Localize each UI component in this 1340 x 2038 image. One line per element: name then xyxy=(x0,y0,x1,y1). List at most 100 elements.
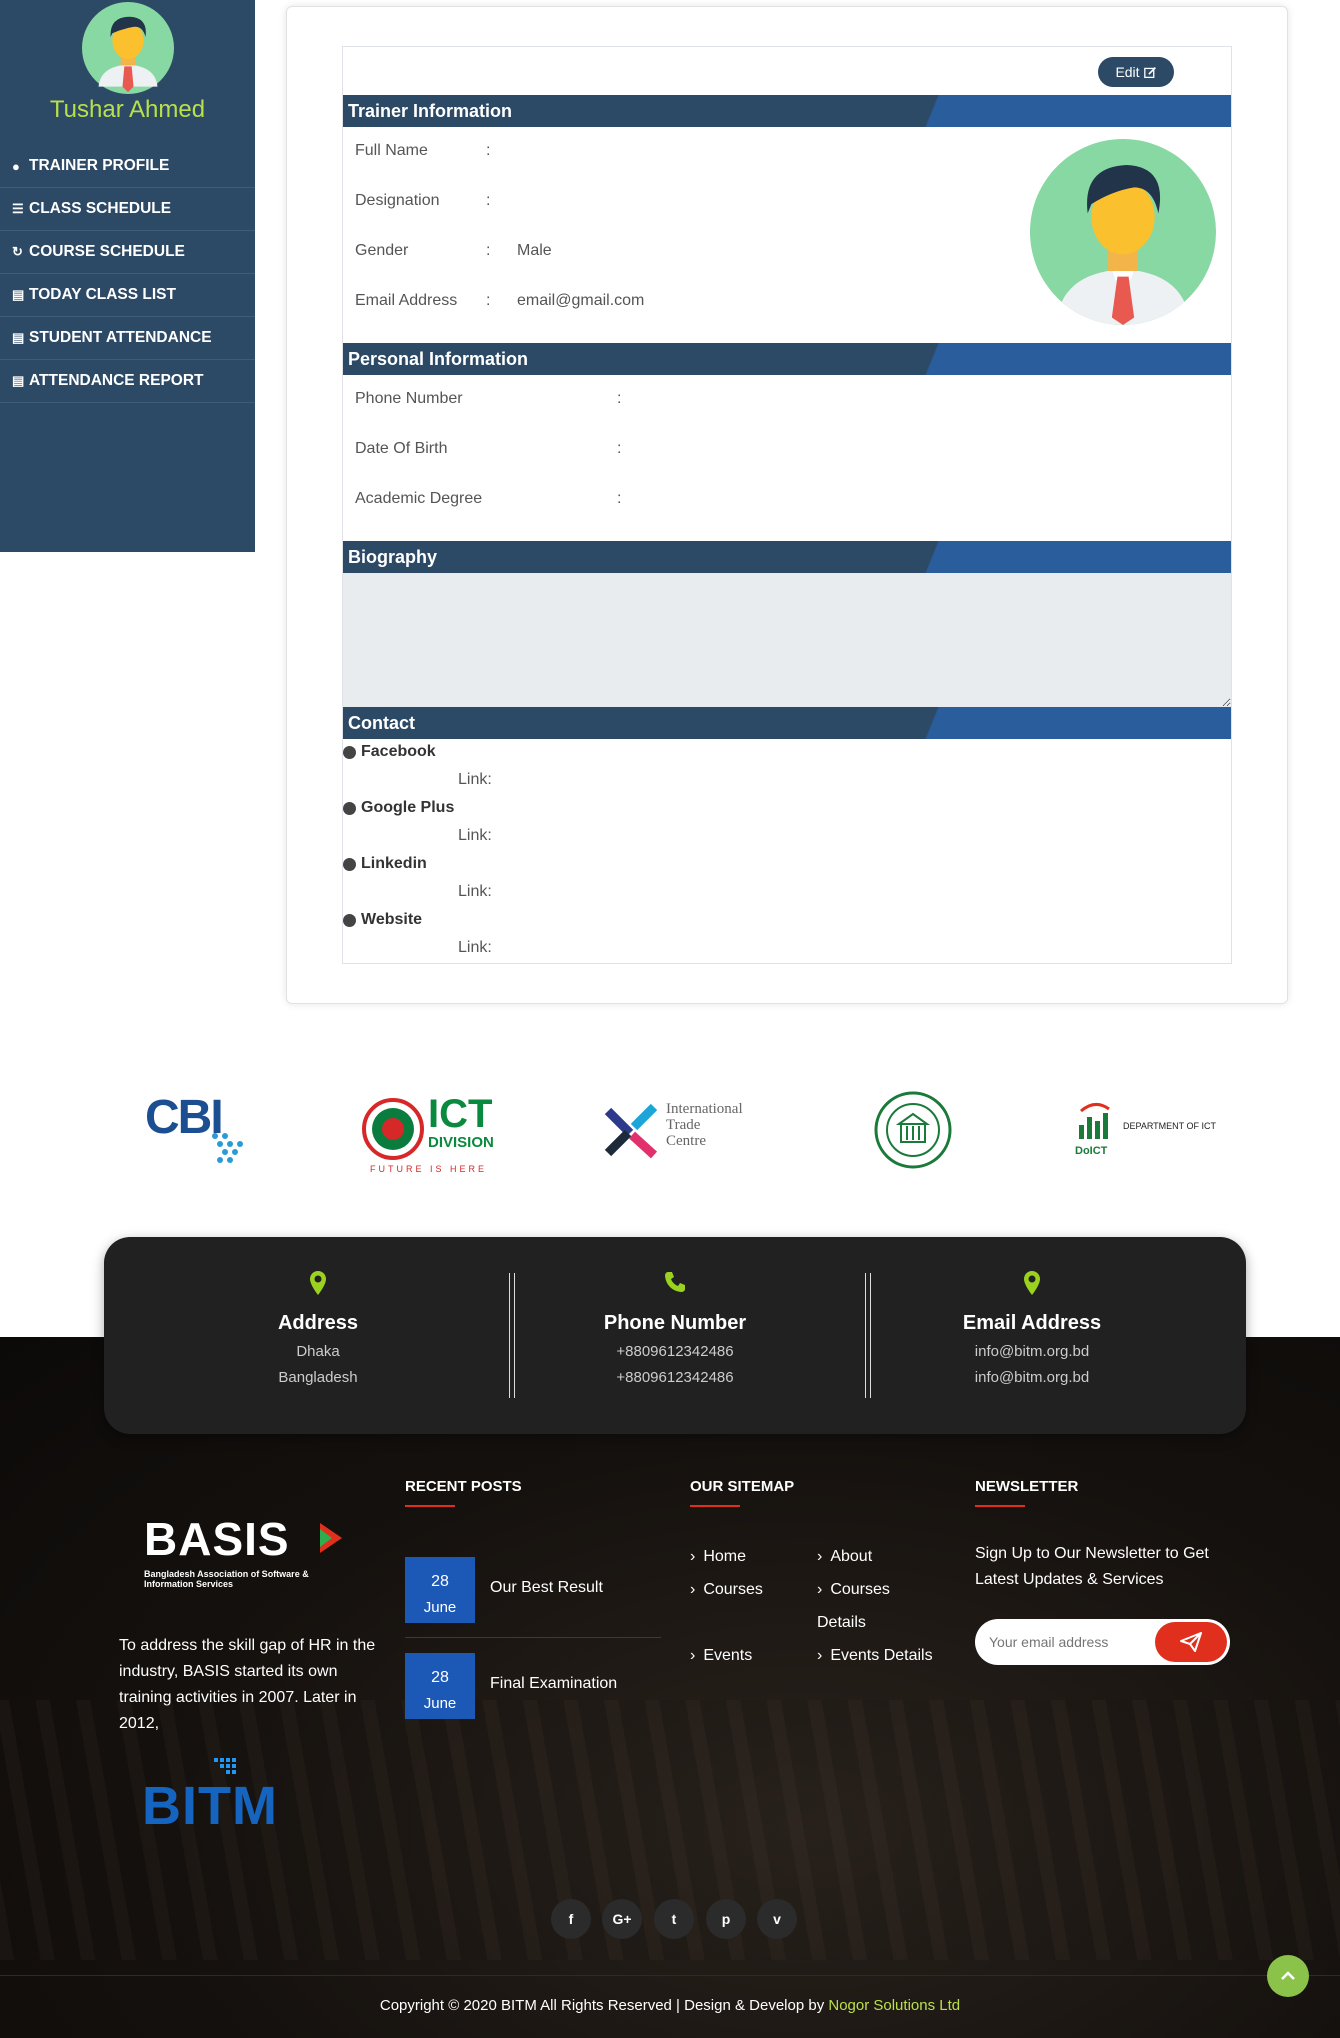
chevron-right-icon: › xyxy=(690,1581,696,1598)
footer-divider xyxy=(0,1975,1340,1976)
field-colon: : xyxy=(486,142,491,159)
scroll-to-top-button[interactable] xyxy=(1267,1955,1309,1997)
sitemap-link-home[interactable]: › Home xyxy=(690,1548,746,1566)
field-label-academic-degree: Academic Degree xyxy=(355,490,483,507)
bank-seal-icon xyxy=(874,1091,952,1169)
copyright-text: Copyright © 2020 BITM All Rights Reserve… xyxy=(379,1997,829,2014)
edit-icon xyxy=(1143,66,1156,78)
biography-textarea[interactable] xyxy=(343,573,1231,707)
contact-header: Contact xyxy=(343,707,1231,739)
biography-header: Biography xyxy=(343,541,1231,573)
sitemap-label: Courses xyxy=(830,1581,890,1598)
id-card-icon: ▤ xyxy=(12,330,25,345)
pinterest-icon[interactable]: p xyxy=(706,1899,746,1939)
post-month: June xyxy=(423,1695,457,1712)
contact-link-label: Link: xyxy=(458,827,492,844)
personal-info-header: Personal Information xyxy=(343,343,1231,375)
post-item[interactable]: 28 June Our Best Result xyxy=(405,1557,661,1623)
doict-abbr: DoICT xyxy=(1075,1145,1108,1157)
twitter-icon[interactable]: t xyxy=(654,1899,694,1939)
email-line: info@bitm.org.bd xyxy=(974,1343,1090,1360)
sidebar-item-trainer-profile[interactable]: ● TRAINER PROFILE xyxy=(0,145,255,188)
itc-logo: International Trade Centre xyxy=(600,1085,750,1175)
newsletter-form xyxy=(975,1619,1230,1665)
bullet-icon xyxy=(343,857,356,871)
sitemap-label: Details xyxy=(817,1614,866,1631)
sidebar-item-class-schedule[interactable]: ☰ CLASS SCHEDULE xyxy=(0,188,255,231)
history-icon: ↻ xyxy=(12,244,23,259)
bd-seal-icon xyxy=(362,1098,424,1160)
sidebar-item-today-class-list[interactable]: ▤ TODAY CLASS LIST xyxy=(0,274,255,317)
doict-mark-icon xyxy=(1079,1103,1110,1139)
bullet-icon xyxy=(343,801,356,815)
phone-block: Phone Number +8809612342486 +88096123424… xyxy=(515,1270,835,1387)
bitm-logo: BITM xyxy=(142,1758,327,1840)
post-title: Final Examination xyxy=(490,1675,618,1692)
sitemap-label: Home xyxy=(703,1548,747,1565)
id-card-icon: ▤ xyxy=(12,287,25,302)
sidebar-item-attendance-report[interactable]: ▤ ATTENDANCE REPORT xyxy=(0,360,255,403)
basis-logo: BASIS Bangladesh Association of Software… xyxy=(144,1515,354,1595)
itc-mark-icon xyxy=(604,1103,658,1159)
contact-name: Website xyxy=(361,911,423,928)
contact-website: Website xyxy=(343,911,422,929)
doict-name: DEPARTMENT OF ICT xyxy=(1123,1121,1217,1131)
sidebar-item-label: ATTENDANCE REPORT xyxy=(29,372,204,389)
post-title: Our Best Result xyxy=(490,1579,603,1596)
sitemap-link-events-details[interactable]: › Events Details xyxy=(817,1647,933,1665)
itc-line: International xyxy=(666,1101,743,1117)
sidebar-item-student-attendance[interactable]: ▤ STUDENT ATTENDANCE xyxy=(0,317,255,360)
field-colon: : xyxy=(617,490,622,507)
chevron-right-icon: › xyxy=(817,1647,823,1664)
field-label-phone: Phone Number xyxy=(355,390,463,407)
basis-arrow-icon xyxy=(320,1523,342,1553)
sidebar-item-course-schedule[interactable]: ↻ COURSE SCHEDULE xyxy=(0,231,255,274)
phone-line: +8809612342486 xyxy=(616,1343,734,1360)
field-label-gender: Gender xyxy=(355,242,409,259)
sitemap-link-details-line[interactable]: Details xyxy=(817,1614,866,1632)
contact-linkedin: Linkedin xyxy=(343,855,427,873)
chevron-right-icon: › xyxy=(817,1581,823,1598)
sitemap-link-events[interactable]: › Events xyxy=(690,1647,752,1665)
sidebar-item-label: CLASS SCHEDULE xyxy=(29,200,172,217)
ict-logo-text: ICT xyxy=(428,1092,493,1136)
contact-link-label: Link: xyxy=(458,771,492,788)
address-line: Bangladesh xyxy=(278,1369,358,1386)
phone-title: Phone Number xyxy=(603,1312,747,1334)
cbi-logo: CBI xyxy=(140,1085,260,1175)
google-plus-icon[interactable]: G+ xyxy=(602,1899,642,1939)
post-item[interactable]: 28 June Final Examination xyxy=(405,1653,661,1719)
contact-google-plus: Google Plus xyxy=(343,799,454,817)
sitemap-link-courses-details[interactable]: › Courses xyxy=(817,1581,890,1599)
facebook-icon[interactable]: f xyxy=(551,1899,591,1939)
sitemap-title: OUR SITEMAP xyxy=(690,1478,795,1507)
bullet-icon xyxy=(343,913,356,927)
sitemap-label: Events xyxy=(703,1647,753,1664)
post-divider xyxy=(405,1637,661,1638)
post-date: 28 June xyxy=(405,1557,475,1623)
edit-button[interactable]: Edit xyxy=(1098,57,1174,87)
newsletter-email-input[interactable] xyxy=(989,1619,1149,1665)
sidebar: Tushar Ahmed ● TRAINER PROFILE ☰ CLASS SCH… xyxy=(0,0,255,552)
field-value-email: email@gmail.com xyxy=(517,292,645,309)
post-day: 28 xyxy=(431,1573,449,1590)
sitemap-link-about[interactable]: › About xyxy=(817,1548,872,1566)
dots-icon xyxy=(212,1133,243,1163)
field-label-dob: Date Of Birth xyxy=(355,440,448,457)
field-colon: : xyxy=(486,242,491,259)
itc-line: Trade xyxy=(666,1117,701,1133)
company-link[interactable]: Nogor Solutions Ltd xyxy=(828,1997,960,2014)
bullet-icon xyxy=(343,745,356,759)
contact-link-label: Link: xyxy=(458,939,492,956)
sitemap-link-courses[interactable]: › Courses xyxy=(690,1581,763,1599)
phone-icon xyxy=(665,1272,685,1292)
vimeo-icon[interactable]: v xyxy=(757,1899,797,1939)
chevron-up-icon xyxy=(1281,1971,1295,1980)
contact-name: Linkedin xyxy=(361,855,427,872)
newsletter-submit-button[interactable] xyxy=(1155,1622,1227,1662)
sitemap-label: About xyxy=(830,1548,873,1565)
contact-name: Google Plus xyxy=(361,799,455,816)
email-block: Email Address info@bitm.org.bd info@bitm… xyxy=(872,1270,1192,1387)
avatar xyxy=(81,2,174,94)
address-title: Address xyxy=(277,1312,359,1334)
